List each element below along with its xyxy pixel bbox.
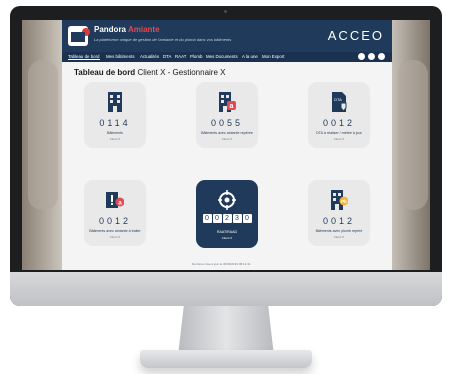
nav-item-mes-batiments[interactable]: Mes bâtiments (106, 54, 135, 59)
nav-item-mon-export[interactable]: Mon Export (262, 54, 284, 59)
target-icon (218, 190, 236, 210)
kpi-client: Client X (221, 236, 233, 240)
webcam (224, 10, 227, 13)
pandora-logo-icon[interactable] (68, 26, 90, 46)
nav-bar: Tableau de bord Mes bâtiments Actualités… (62, 52, 392, 62)
kpi-label: Bâtiments (107, 131, 123, 135)
counter-digit: 0 (242, 214, 252, 223)
kpi-client: Client X (109, 235, 121, 239)
nav-item-mes-documents[interactable]: Mes Documents (206, 54, 238, 59)
counter-digit: 3 (232, 214, 242, 223)
page-title-bold: Tableau de bord (74, 68, 136, 77)
kpi-label: Bâtiments avec amiante à traiter (89, 229, 141, 233)
page-title-rest: Client X - Gestionnaire X (137, 68, 226, 77)
kpi-label: Bâtiments avec amiante repérée (201, 131, 253, 135)
nav-item-actualites[interactable]: Actualités (140, 54, 159, 59)
counter-digit: 0 (202, 214, 212, 223)
building-asbestos-icon: a (219, 92, 236, 112)
monitor-chin (10, 272, 442, 306)
nav-item-raat[interactable]: RAAT (175, 54, 186, 59)
kpi-card-raat[interactable]: 0 0 2 3 0 RAAT/RAAD Client X (196, 180, 258, 248)
kpi-client: Client X (109, 137, 121, 141)
nav-item-plomb[interactable]: Plomb (190, 54, 202, 59)
counter-digit: 0 (212, 214, 222, 223)
kpi-label: RAAT/RAAD (216, 230, 238, 234)
nav-item-dta[interactable]: DTA (163, 54, 171, 59)
kpi-label: Bâtiments avec plomb repéré (315, 229, 363, 233)
building-lead-icon: Pb (331, 190, 348, 210)
kpi-card-batiments[interactable]: 0114 Bâtiments Client X (84, 82, 146, 148)
svg-text:DTA: DTA (334, 97, 342, 102)
kpi-card-amiante-reperee[interactable]: a 0055 Bâtiments avec amiante repérée Cl… (196, 82, 258, 148)
svg-text:Pb: Pb (341, 199, 347, 204)
app-window: Pandora Amiante La plateforme unique de … (62, 20, 392, 270)
kpi-value: 0012 (322, 216, 356, 226)
monitor-stand-base (140, 350, 312, 368)
header: Pandora Amiante La plateforme unique de … (62, 20, 392, 52)
kpi-card-plomb[interactable]: Pb 0012 Bâtiments avec plomb repéré Clie… (308, 180, 370, 246)
dta-document-icon: DTA (332, 92, 347, 112)
background-worker-figure (398, 60, 428, 210)
last-update-note: Dernière mise à jour le 30/06/2019 08:12… (192, 262, 251, 266)
nav-item-tableau-de-bord[interactable]: Tableau de bord (68, 54, 100, 60)
kpi-client: Client X (333, 137, 345, 141)
app-name-main: Pandora (94, 25, 127, 34)
acceo-logo: ACCEO (327, 28, 384, 43)
svg-text:a: a (230, 103, 234, 110)
kpi-value: 0012 (322, 118, 356, 128)
kpi-value: 0114 (99, 118, 131, 128)
kpi-label: DTA à réaliser / mettre à jour (316, 131, 362, 135)
app-name: Pandora Amiante (94, 25, 160, 34)
alert-asbestos-icon: a (106, 192, 124, 208)
user-icon[interactable] (368, 53, 375, 60)
kpi-value: 0055 (210, 118, 244, 128)
kpi-client: Client X (221, 137, 233, 141)
kpi-card-amiante-a-traiter[interactable]: a 0012 Bâtiments avec amiante à traiter … (84, 180, 146, 246)
app-name-accent: Amiante (127, 25, 160, 34)
kpi-value: 0012 (98, 216, 132, 226)
background-worker-figure (28, 60, 58, 210)
page-title: Tableau de bord Client X - Gestionnaire … (74, 68, 225, 77)
info-icon[interactable] (358, 53, 365, 60)
monitor-stand-neck (178, 306, 274, 356)
nav-item-a-la-une[interactable]: A la une (242, 54, 258, 59)
kpi-card-dta[interactable]: DTA 0012 DTA à réaliser / mettre à jour … (308, 82, 370, 148)
screen: Pandora Amiante La plateforme unique de … (22, 20, 430, 270)
building-icon (108, 92, 122, 112)
app-tagline: La plateforme unique de gestion de l'ami… (94, 37, 232, 42)
raat-counter: 0 0 2 3 0 (200, 214, 254, 223)
kpi-client: Client X (333, 235, 345, 239)
logo-badge (82, 28, 90, 36)
power-icon[interactable] (378, 53, 385, 60)
counter-digit: 2 (222, 214, 232, 223)
